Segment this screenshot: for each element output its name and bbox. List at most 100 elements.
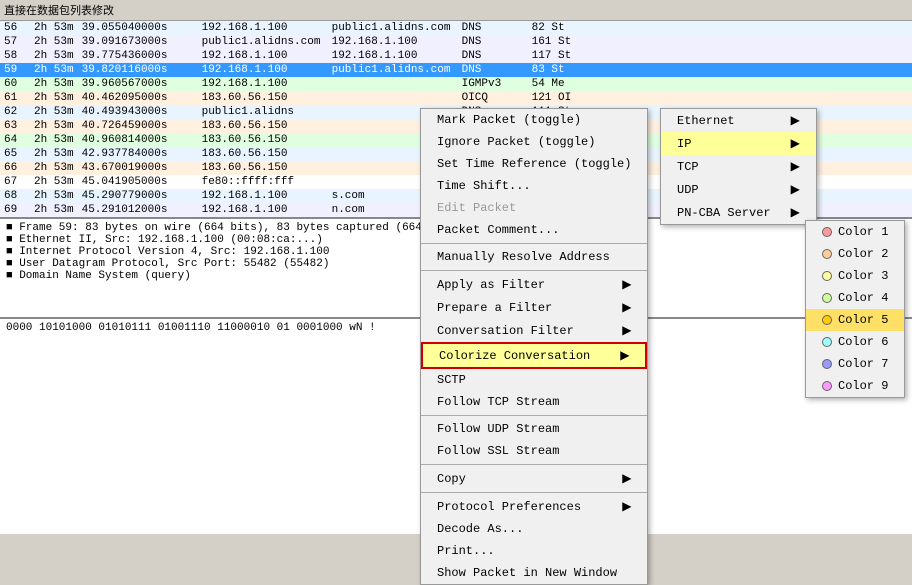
menu-item[interactable]: Packet Comment... [421, 219, 647, 241]
menu-item-label: Apply as Filter [437, 278, 545, 292]
submenu-arrow-icon: ▶ [791, 159, 800, 174]
menu-item[interactable]: Follow TCP Stream [421, 391, 647, 413]
color-item-label: Color 5 [838, 313, 888, 327]
colorize-item-label: IP [677, 137, 691, 151]
menu-separator [421, 270, 647, 271]
menu-item-label: Edit Packet [437, 201, 516, 215]
menu-item-label: Protocol Preferences [437, 500, 581, 514]
menu-item-label: SCTP [437, 373, 466, 387]
table-row[interactable]: 562h 53m39.055040000s192.168.1.100public… [0, 21, 912, 35]
submenu-arrow-icon: ▶ [622, 323, 631, 338]
menu-separator [421, 243, 647, 244]
menu-item-label: Mark Packet (toggle) [437, 113, 581, 127]
color-item-label: Color 7 [838, 357, 888, 371]
submenu-arrow-icon: ▶ [620, 348, 629, 363]
colorize-submenu-item[interactable]: TCP ▶ [661, 155, 816, 178]
color-item[interactable]: Color 2 [806, 243, 904, 265]
menu-item-label: Time Shift... [437, 179, 531, 193]
title-text: 直接在数据包列表修改 [4, 6, 114, 18]
color-submenu[interactable]: Color 1 Color 2 Color 3 Color 4 Color 5 Color… [805, 220, 905, 398]
color-item-label: Color 6 [838, 335, 888, 349]
color-dot-icon [822, 249, 832, 259]
menu-separator [421, 464, 647, 465]
color-item[interactable]: Color 1 [806, 221, 904, 243]
color-dot-icon [822, 337, 832, 347]
menu-item[interactable]: Prepare a Filter ▶ [421, 296, 647, 319]
color-item[interactable]: Color 7 [806, 353, 904, 375]
menu-item[interactable]: Time Shift... [421, 175, 647, 197]
table-row[interactable]: 572h 53m39.091673000spublic1.alidns.com1… [0, 35, 912, 49]
menu-separator [421, 492, 647, 493]
color-item[interactable]: Color 6 [806, 331, 904, 353]
submenu-arrow-icon: ▶ [791, 113, 800, 128]
color-item-label: Color 9 [838, 379, 888, 393]
color-item[interactable]: Color 9 [806, 375, 904, 397]
colorize-submenu-item[interactable]: IP ▶ [661, 132, 816, 155]
colorize-item-label: Ethernet [677, 114, 735, 128]
color-dot-icon [822, 315, 832, 325]
menu-item-label: Follow TCP Stream [437, 395, 559, 409]
menu-item[interactable]: SCTP [421, 369, 647, 391]
context-menu[interactable]: Mark Packet (toggle) Ignore Packet (toggl… [420, 108, 648, 585]
color-item[interactable]: Color 3 [806, 265, 904, 287]
submenu-arrow-icon: ▶ [791, 205, 800, 220]
colorize-submenu-item[interactable]: UDP ▶ [661, 178, 816, 201]
color-dot-icon [822, 293, 832, 303]
menu-item-label: Manually Resolve Address [437, 250, 610, 264]
menu-item[interactable]: Print... [421, 540, 647, 562]
menu-item-label: Show Packet in New Window [437, 566, 617, 580]
menu-item[interactable]: Follow SSL Stream [421, 440, 647, 462]
colorize-item-label: UDP [677, 183, 699, 197]
colorize-item-label: TCP [677, 160, 699, 174]
submenu-arrow-icon: ▶ [791, 182, 800, 197]
menu-item[interactable]: Colorize Conversation ▶ [421, 342, 647, 369]
menu-item[interactable]: Follow UDP Stream [421, 418, 647, 440]
menu-item[interactable]: Set Time Reference (toggle) [421, 153, 647, 175]
title-bar: 直接在数据包列表修改 [0, 0, 912, 21]
submenu-arrow-icon: ▶ [622, 277, 631, 292]
submenu-arrow-icon: ▶ [622, 499, 631, 514]
colorize-submenu-item[interactable]: PN-CBA Server ▶ [661, 201, 816, 224]
menu-item[interactable]: Show Packet in New Window [421, 562, 647, 584]
color-item[interactable]: Color 5 [806, 309, 904, 331]
menu-item[interactable]: Mark Packet (toggle) [421, 109, 647, 131]
menu-item[interactable]: Apply as Filter ▶ [421, 273, 647, 296]
colorize-submenu[interactable]: Ethernet ▶ IP ▶ TCP ▶ UDP ▶ PN-CBA Server ▶ [660, 108, 817, 225]
menu-item[interactable]: Edit Packet [421, 197, 647, 219]
color-item-label: Color 2 [838, 247, 888, 261]
table-row[interactable]: 592h 53m39.820116000s192.168.1.100public… [0, 63, 912, 77]
menu-item[interactable]: Protocol Preferences ▶ [421, 495, 647, 518]
color-dot-icon [822, 359, 832, 369]
menu-item-label: Set Time Reference (toggle) [437, 157, 631, 171]
color-dot-icon [822, 271, 832, 281]
table-row[interactable]: 582h 53m39.775436000s192.168.1.100192.16… [0, 49, 912, 63]
color-item[interactable]: Color 4 [806, 287, 904, 309]
colorize-item-label: PN-CBA Server [677, 206, 771, 220]
table-row[interactable]: 602h 53m39.960567000s192.168.1.100IGMPv3… [0, 77, 912, 91]
menu-item[interactable]: Conversation Filter ▶ [421, 319, 647, 342]
menu-item-label: Colorize Conversation [439, 349, 590, 363]
table-row[interactable]: 612h 53m40.462095000s183.60.56.150OICQ12… [0, 91, 912, 105]
color-item-label: Color 4 [838, 291, 888, 305]
menu-item-label: Conversation Filter [437, 324, 574, 338]
menu-item[interactable]: Copy ▶ [421, 467, 647, 490]
menu-item[interactable]: Manually Resolve Address [421, 246, 647, 268]
color-dot-icon [822, 381, 832, 391]
menu-item-label: Follow SSL Stream [437, 444, 559, 458]
menu-item-label: Print... [437, 544, 495, 558]
menu-item-label: Ignore Packet (toggle) [437, 135, 595, 149]
menu-item[interactable]: Ignore Packet (toggle) [421, 131, 647, 153]
submenu-arrow-icon: ▶ [622, 471, 631, 486]
menu-item-label: Prepare a Filter [437, 301, 552, 315]
menu-separator [421, 415, 647, 416]
color-dot-icon [822, 227, 832, 237]
menu-item-label: Copy [437, 472, 466, 486]
colorize-submenu-item[interactable]: Ethernet ▶ [661, 109, 816, 132]
submenu-arrow-icon: ▶ [791, 136, 800, 151]
color-item-label: Color 3 [838, 269, 888, 283]
menu-item[interactable]: Decode As... [421, 518, 647, 540]
menu-item-label: Packet Comment... [437, 223, 559, 237]
submenu-arrow-icon: ▶ [622, 300, 631, 315]
color-item-label: Color 1 [838, 225, 888, 239]
menu-item-label: Follow UDP Stream [437, 422, 559, 436]
